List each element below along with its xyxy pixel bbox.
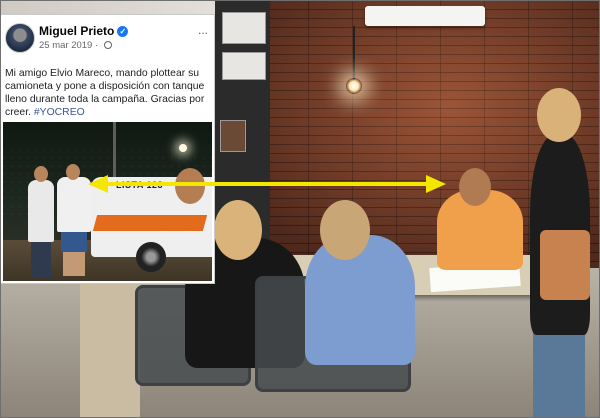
- hashtag-link[interactable]: #YOCREO: [34, 107, 85, 118]
- printer: [222, 52, 266, 80]
- man-shins: [63, 250, 85, 276]
- verified-badge-icon: ✓: [117, 26, 129, 37]
- air-conditioner: [365, 6, 485, 26]
- post-photo[interactable]: LISTA 123 YOCREO: [3, 122, 212, 281]
- truck-wheel: [136, 242, 166, 272]
- date-separator: ·: [94, 40, 99, 51]
- author-avatar[interactable]: [5, 23, 35, 53]
- seated-woman-blue: [305, 235, 415, 365]
- lamp-cord: [353, 26, 355, 80]
- truck-brand-label: YOCREO: [161, 222, 205, 233]
- facebook-post-card: Miguel Prieto ✓ 25 mar 2019 · ... Mi amig…: [0, 14, 215, 284]
- truck-list-label: LISTA 123: [116, 180, 164, 190]
- more-options-icon[interactable]: ...: [198, 23, 208, 37]
- man-head: [66, 164, 80, 180]
- truck-poster-face: [175, 168, 205, 204]
- man-shorts: [61, 230, 87, 252]
- man-legs: [31, 238, 51, 278]
- printer: [222, 12, 266, 44]
- man-white-shirt: [57, 177, 91, 232]
- man-white-shirt: [28, 180, 54, 242]
- man-head: [459, 168, 491, 206]
- globe-icon: [103, 41, 112, 49]
- author-name[interactable]: Miguel Prieto: [39, 24, 114, 38]
- seated-woman-head: [320, 200, 370, 260]
- handbag: [540, 230, 590, 300]
- standing-woman-head: [537, 88, 581, 142]
- pendant-lamp: [346, 78, 362, 94]
- seated-woman-head: [214, 200, 262, 260]
- author-name-row: Miguel Prieto ✓: [39, 24, 129, 38]
- post-meta: 25 mar 2019 ·: [39, 40, 112, 51]
- post-header: Miguel Prieto ✓ 25 mar 2019 · ...: [5, 23, 210, 59]
- picture-frame: [220, 120, 246, 152]
- standing-person-legs: [80, 283, 140, 418]
- screenshot-stage: Miguel Prieto ✓ 25 mar 2019 · ... Mi amig…: [0, 0, 600, 418]
- man-head: [34, 166, 48, 182]
- post-body: Mi amigo Elvio Mareco, mando plottear su…: [5, 67, 212, 119]
- post-date[interactable]: 25 mar 2019: [39, 40, 92, 51]
